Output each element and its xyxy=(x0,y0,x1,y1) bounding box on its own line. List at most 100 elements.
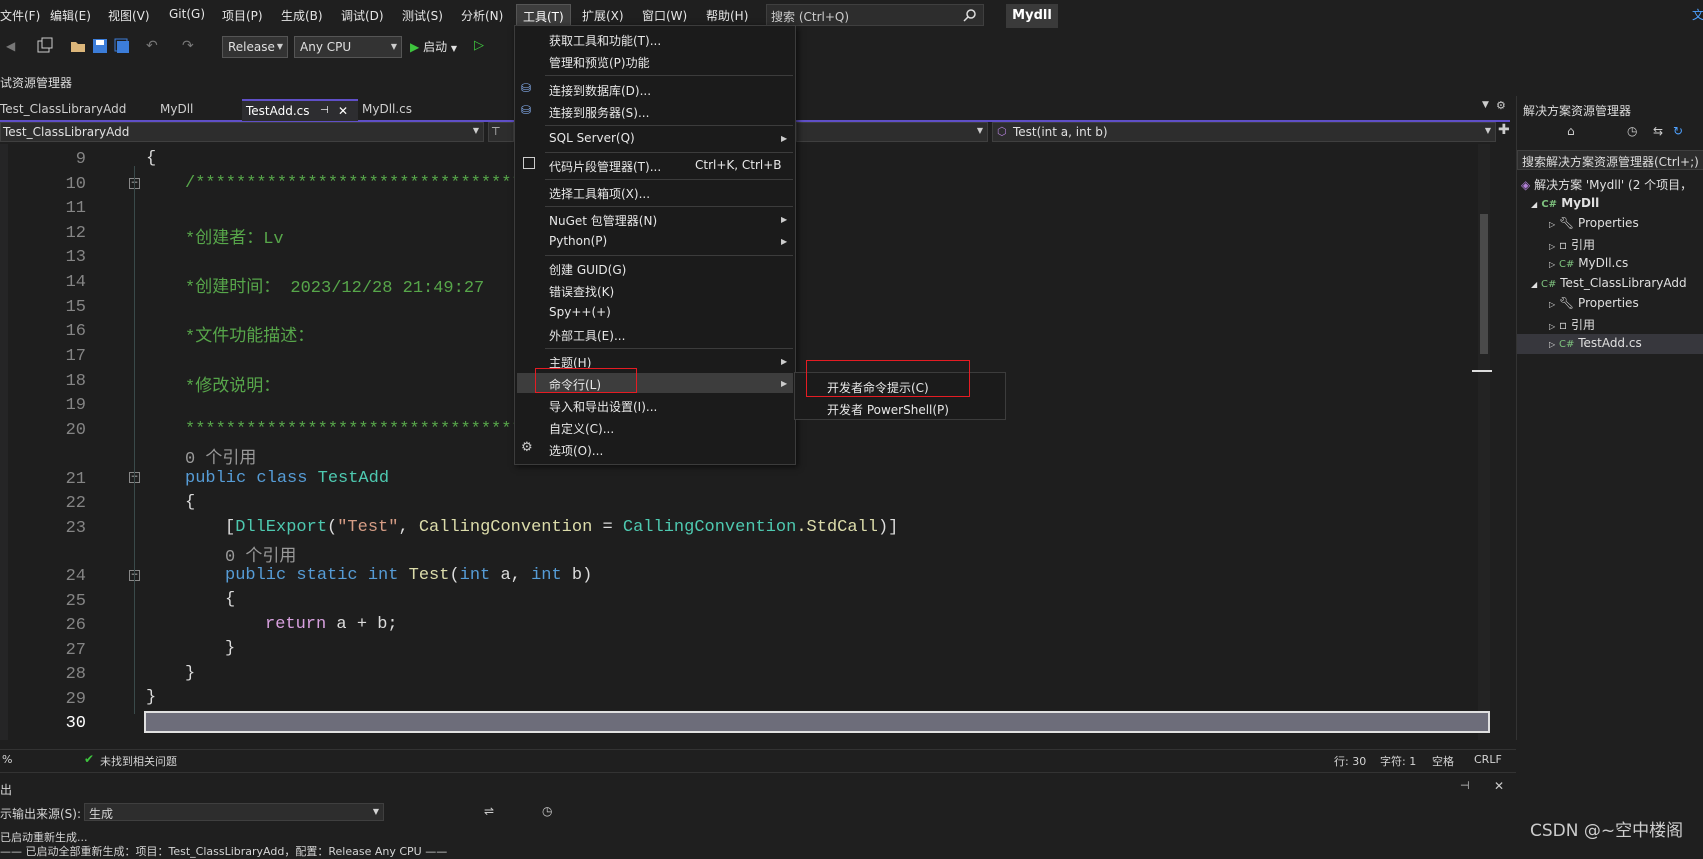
menu-item-customize[interactable]: 自定义(C)... xyxy=(549,420,614,437)
menu-git[interactable]: Git(G) xyxy=(169,7,205,21)
undo-icon[interactable]: ↶ xyxy=(146,38,158,54)
tree-project-mydll[interactable]: ◢ C# MyDll xyxy=(1531,196,1599,210)
menu-item-snippet-manager[interactable]: 代码片段管理器(T)... xyxy=(549,158,661,175)
save-all-icon[interactable] xyxy=(114,38,130,54)
tab-testadd-cs[interactable]: TestAdd.cs ⊣ ✕ xyxy=(242,99,358,121)
output-source-select[interactable]: 生成 ▼ xyxy=(84,803,384,821)
menu-item-dev-powershell[interactable]: 开发者 PowerShell(P) xyxy=(827,401,949,418)
tree-references[interactable]: ▷ ▫ 引用 xyxy=(1549,236,1595,253)
code-member: .StdCall xyxy=(796,518,878,537)
history-icon[interactable]: ◷ xyxy=(1627,124,1637,138)
char-indicator[interactable]: 字符: 1 xyxy=(1380,753,1416,769)
menu-item-connect-database[interactable]: 连接到数据库(D)... xyxy=(549,82,651,99)
open-folder-icon[interactable] xyxy=(70,38,86,54)
menu-help[interactable]: 帮助(H) xyxy=(706,7,748,24)
collapse-arrow-icon: ▷ xyxy=(1549,242,1556,251)
menu-item-nuget[interactable]: NuGet 包管理器(N) xyxy=(549,212,657,229)
se-search-input[interactable]: 搜索解决方案资源管理器(Ctrl+;) xyxy=(1517,150,1703,170)
tab-test-classlibraryadd[interactable]: Test_ClassLibraryAdd xyxy=(0,99,150,119)
collapse-arrow-icon: ▷ xyxy=(1549,220,1556,229)
issues-status[interactable]: 未找到相关问题 xyxy=(100,753,177,769)
pin-icon[interactable]: ⊣ xyxy=(320,101,329,121)
menu-window[interactable]: 窗口(W) xyxy=(642,7,687,24)
menu-item-python[interactable]: Python(P) xyxy=(549,234,607,248)
type-nav-dropdown[interactable]: ⊤ xyxy=(488,122,514,142)
menu-item-manage-preview[interactable]: 管理和预览(P)功能 xyxy=(549,54,650,71)
tree-file-testadd-cs[interactable]: ▷ C# TestAdd.cs xyxy=(1549,336,1642,350)
menu-item-get-tools[interactable]: 获取工具和功能(T)... xyxy=(549,32,661,49)
platform-select[interactable]: Any CPU ▼ xyxy=(294,36,402,58)
menu-view[interactable]: 视图(V) xyxy=(108,7,150,24)
project-nav-dropdown[interactable]: Test_ClassLibraryAdd ▼ xyxy=(0,122,484,142)
vertical-scrollbar[interactable] xyxy=(1472,144,1492,740)
tree-references[interactable]: ▷ ▫ 引用 xyxy=(1549,316,1595,333)
new-project-icon[interactable] xyxy=(36,37,54,55)
menu-debug[interactable]: 调试(D) xyxy=(341,7,384,24)
home-icon[interactable]: ⌂ xyxy=(1567,124,1575,138)
nav-forward-icon[interactable]: ◀ xyxy=(6,39,15,53)
test-explorer-strip: 试资源管理器 xyxy=(0,68,514,90)
redo-icon[interactable]: ↷ xyxy=(182,38,194,54)
wrench-icon: 🔧︎ xyxy=(1558,296,1575,310)
code-string: "Test" xyxy=(337,518,399,537)
start-without-debug-icon[interactable]: ▷ xyxy=(474,38,484,53)
configuration-select[interactable]: Release ▼ xyxy=(222,36,288,58)
search-box[interactable]: 搜索 (Ctrl+Q) xyxy=(766,4,984,26)
menu-project[interactable]: 项目(P) xyxy=(222,7,263,24)
type-nav-dropdown-tail[interactable]: ▼ xyxy=(796,122,988,142)
start-button[interactable]: ▶ 启动 ▼ xyxy=(410,38,457,56)
menu-extensions[interactable]: 扩展(X) xyxy=(582,7,624,24)
menu-item-spy[interactable]: Spy++(+) xyxy=(549,305,611,319)
menu-separator xyxy=(545,348,793,349)
tree-solution[interactable]: ◈ 解决方案 'Mydll' (2 个项目， xyxy=(1521,176,1692,193)
tree-label: Properties xyxy=(1578,216,1639,230)
line-indicator[interactable]: 行: 30 xyxy=(1334,753,1366,769)
sync-icon[interactable]: ⇆ xyxy=(1653,124,1663,138)
code-keyword: int xyxy=(531,566,562,585)
code-lens-references[interactable]: 0 个引用 xyxy=(185,443,256,469)
tree-file-mydll-cs[interactable]: ▷ C# MyDll.cs xyxy=(1549,256,1628,270)
close-icon[interactable]: ✕ xyxy=(1494,779,1504,793)
wrap-icon[interactable]: ⇌ xyxy=(484,804,494,818)
menu-item-sql-server[interactable]: SQL Server(Q) xyxy=(549,131,635,145)
refresh-icon[interactable]: ↻ xyxy=(1673,124,1683,138)
scrollbar-thumb[interactable] xyxy=(1480,214,1488,354)
tab-overflow-icon[interactable]: ▼ xyxy=(1482,100,1489,110)
menu-item-external-tools[interactable]: 外部工具(E)... xyxy=(549,327,625,344)
member-nav-dropdown[interactable]: ⬡ Test(int a, int b) ▼ xyxy=(992,122,1496,142)
tree-properties[interactable]: ▷ 🔧︎ Properties xyxy=(1549,216,1639,230)
menu-analyze[interactable]: 分析(N) xyxy=(461,7,503,24)
menu-item-error-lookup[interactable]: 错误查找(K) xyxy=(549,283,614,300)
menu-item-import-export[interactable]: 导入和导出设置(I)... xyxy=(549,398,657,415)
eol-indicator[interactable]: CRLF xyxy=(1474,753,1502,766)
menu-build[interactable]: 生成(B) xyxy=(281,7,323,24)
clock-icon[interactable]: ◷ xyxy=(542,804,552,818)
menu-item-options[interactable]: 选项(O)... xyxy=(549,442,603,459)
tab-mydll[interactable]: MyDll xyxy=(156,99,230,119)
pin-icon[interactable]: ⊣ xyxy=(1460,779,1470,792)
menu-separator xyxy=(545,255,793,256)
feedback-icon[interactable]: 文 xyxy=(1692,6,1703,23)
line-number: 15 xyxy=(65,298,86,317)
output-source-value: 生成 xyxy=(89,807,114,821)
code-lens-references[interactable]: 0 个引用 xyxy=(225,541,296,567)
tab-mydll-cs[interactable]: MyDll.cs xyxy=(358,99,442,119)
save-icon[interactable] xyxy=(92,38,108,54)
code-brace: } xyxy=(146,688,157,707)
whitespace-indicator[interactable]: 空格 xyxy=(1432,753,1454,769)
tree-project-test[interactable]: ◢ C# Test_ClassLibraryAdd xyxy=(1531,276,1687,290)
menu-item-choose-toolbox[interactable]: 选择工具箱项(X)... xyxy=(549,185,650,202)
split-icon[interactable]: ✚ xyxy=(1498,122,1510,138)
menu-item-create-guid[interactable]: 创建 GUID(G) xyxy=(549,261,626,278)
line-number: 19 xyxy=(65,396,86,415)
code-keyword: public class xyxy=(185,469,318,488)
zoom-level[interactable]: % xyxy=(2,753,12,766)
close-icon[interactable]: ✕ xyxy=(338,101,348,121)
menu-edit[interactable]: 编辑(E) xyxy=(50,7,91,24)
gear-icon[interactable]: ⚙ xyxy=(1496,99,1506,112)
menu-item-connect-server[interactable]: 连接到服务器(S)... xyxy=(549,104,649,121)
line-number: 24 xyxy=(65,567,86,586)
menu-file[interactable]: 文件(F) xyxy=(0,7,40,24)
menu-test[interactable]: 测试(S) xyxy=(402,7,443,24)
tree-properties[interactable]: ▷ 🔧︎ Properties xyxy=(1549,296,1639,310)
